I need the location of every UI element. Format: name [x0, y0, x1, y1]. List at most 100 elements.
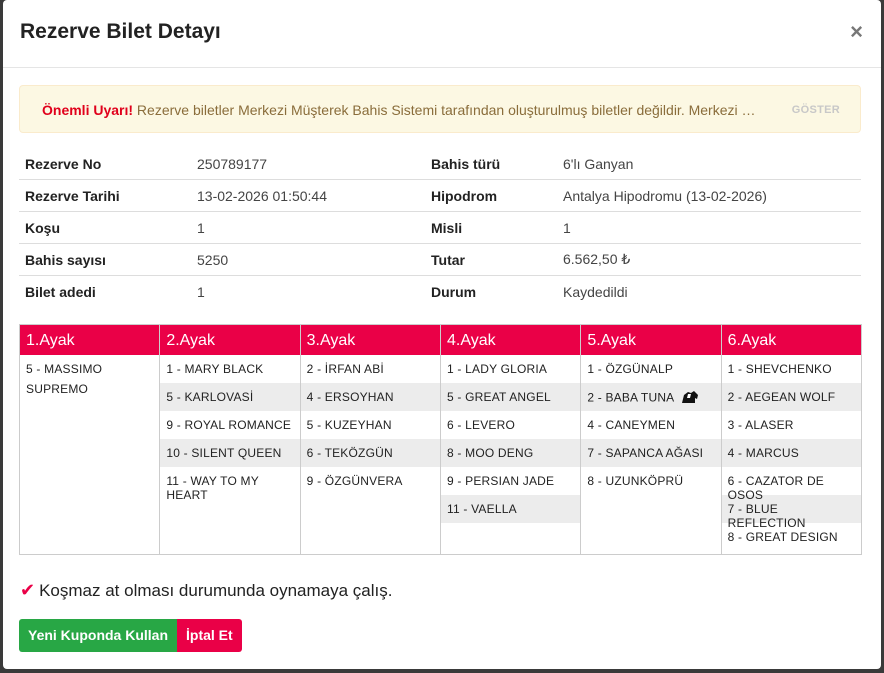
alert-title: Önemli Uyarı!	[42, 102, 134, 118]
alert-body: Rezerve biletler Merkezi Müşterek Bahis …	[133, 102, 762, 118]
info-label: Bahis türü	[425, 149, 557, 180]
runner-item: 3 - ALASER	[722, 411, 861, 439]
alert-message: Önemli Uyarı! Rezerve biletler Merkezi M…	[42, 102, 762, 118]
runner-name: 1 - MARY BLACK	[166, 362, 264, 376]
legs-grid: 1.Ayak 5 - MASSIMO SUPREMO 2.Ayak 1 - MARY …	[19, 324, 862, 555]
runner-item: 1 - SHEVCHENKO	[722, 355, 861, 383]
runner-name: 7 - BLUE REFLECTION	[727, 502, 806, 530]
leg-title: 2.Ayak	[160, 325, 300, 355]
info-value: 6.562,50 ₺	[557, 243, 861, 276]
runner-item: 1 - MARY BLACK	[160, 355, 299, 383]
info-row: Bilet adedi 1 Durum Kaydedildi	[19, 276, 861, 308]
runner-item: 9 - PERSIAN JADE	[441, 467, 580, 495]
modal-header: Rezerve Bilet Detayı ×	[3, 0, 881, 68]
leg-column: 1.Ayak 5 - MASSIMO SUPREMO	[20, 325, 161, 554]
runner-item: 4 - ERSOYHAN	[300, 383, 440, 411]
runner-item: 2 - BABA TUNA	[581, 383, 721, 411]
info-row: Rezerve No 250789177 Bahis türü 6'lı Ganyan	[19, 149, 861, 180]
info-value: 5250	[191, 243, 425, 276]
info-value: 6'lı Ganyan	[557, 149, 861, 180]
runner-item: 8 - UZUNKÖPRÜ	[581, 467, 720, 495]
info-value: 250789177	[191, 149, 425, 180]
runner-item: 5 - MASSIMO SUPREMO	[20, 355, 159, 406]
runner-item: 6 - CAZATOR DE OSOS	[722, 467, 861, 502]
jockey-silk-icon	[680, 390, 700, 407]
info-label: Hipodrom	[425, 179, 557, 212]
leg-title: 1.Ayak	[20, 325, 160, 355]
runner-item: 5 - GREAT ANGEL	[440, 383, 581, 411]
runner-item: 5 - KUZEYHAN	[301, 411, 440, 439]
runner-name: 9 - PERSIAN JADE	[446, 474, 555, 488]
info-label: Bilet adedi	[25, 283, 96, 300]
info-label: Rezerve Tarihi	[19, 179, 191, 212]
scratch-note-text: Koşmaz at olması durumunda oynamaya çalı…	[39, 581, 393, 600]
use-new-coupon-button[interactable]: Yeni Kuponda Kullan	[19, 619, 178, 652]
cancel-reservation-button[interactable]: İptal Et	[177, 619, 242, 652]
runner-name: 10 - SILENT QUEEN	[166, 446, 282, 460]
runner-item: 2 - İRFAN ABİ	[301, 355, 440, 383]
info-label: Tutar	[425, 243, 557, 276]
runner-name: 2 - İRFAN ABİ	[306, 362, 384, 376]
runner-item: 4 - MARCUS	[721, 439, 861, 467]
runner-item: 9 - ÖZGÜNVERA	[301, 467, 440, 495]
runner-name: 1 - LADY GLORIA	[446, 362, 548, 376]
runner-name: 4 - MARCUS	[727, 446, 799, 460]
info-value: 1	[197, 283, 205, 300]
runner-name: 11 - VAELLA	[446, 502, 517, 516]
warning-alert: Önemli Uyarı! Rezerve biletler Merkezi M…	[19, 85, 861, 133]
info-row: Rezerve Tarihi 13-02-2026 01:50:44 Hipodro…	[19, 179, 861, 212]
leg-title: 4.Ayak	[440, 325, 581, 355]
info-value: 1	[557, 211, 861, 244]
runner-name: 2 - BABA TUNA	[587, 390, 675, 405]
runner-item: 2 - AEGEAN WOLF	[721, 383, 861, 411]
leg-column: 5.Ayak 1 - ÖZGÜNALP 2 - BABA TUNA 4 - CANEY…	[581, 325, 722, 554]
leg-title: 3.Ayak	[300, 325, 440, 355]
runner-item: 4 - CANEYMEN	[581, 411, 720, 439]
runner-item: 6 - LEVERO	[441, 411, 580, 439]
leg-column: 3.Ayak 2 - İRFAN ABİ 4 - ERSOYHAN 5 - KUZEY…	[300, 325, 441, 554]
action-buttons: Yeni Kuponda Kullan İptal Et	[19, 619, 242, 652]
runner-name: 1 - SHEVCHENKO	[727, 362, 832, 376]
runner-name: 3 - ALASER	[727, 418, 794, 432]
info-label: Durum	[431, 283, 477, 300]
runner-name: 5 - MASSIMO SUPREMO	[26, 362, 103, 396]
info-row: Koşu 1 Misli 1	[19, 211, 861, 244]
ticket-info-table: Rezerve No 250789177 Bahis türü 6'lı Ganyan…	[19, 149, 861, 307]
runner-name: 8 - MOO DENG	[446, 446, 534, 460]
runner-name: 7 - SAPANCA AĞASI	[587, 446, 704, 460]
info-label: Rezerve No	[19, 149, 191, 180]
info-label: Misli	[425, 211, 557, 244]
info-row: Bahis sayısı 5250 Tutar 6.562,50 ₺	[19, 243, 861, 276]
runner-name: 2 - AEGEAN WOLF	[727, 390, 836, 404]
runner-name: 5 - KARLOVASİ	[166, 390, 254, 404]
runner-item: 8 - MOO DENG	[440, 439, 581, 467]
runner-item: 6 - TEKÖZGÜN	[300, 439, 440, 467]
runner-name: 6 - TEKÖZGÜN	[306, 446, 393, 460]
runner-name: 1 - ÖZGÜNALP	[587, 362, 674, 376]
runner-name: 5 - KUZEYHAN	[306, 418, 392, 432]
runner-name: 4 - CANEYMEN	[587, 418, 676, 432]
info-label: Koşu	[19, 211, 191, 244]
info-label: Bahis sayısı	[19, 243, 191, 276]
runner-item: 9 - ROYAL ROMANCE	[160, 411, 299, 439]
runner-item: 1 - LADY GLORIA	[441, 355, 580, 383]
reserve-ticket-modal: Rezerve Bilet Detayı × Önemli Uyarı! Rez…	[3, 0, 881, 669]
leg-title: 5.Ayak	[581, 325, 721, 355]
runner-name: 11 - WAY TO MY HEART	[166, 474, 259, 502]
runner-item: 10 - SILENT QUEEN	[160, 439, 300, 467]
leg-column: 6.Ayak 1 - SHEVCHENKO 2 - AEGEAN WOLF 3 - A…	[721, 325, 861, 554]
runner-item: 1 - ÖZGÜNALP	[581, 355, 720, 383]
alert-show-button[interactable]: GÖSTER	[792, 104, 840, 116]
scratch-note: ✔ Koşmaz at olması durumunda oynamaya çal…	[20, 580, 392, 601]
runner-name: 5 - GREAT ANGEL	[446, 390, 551, 404]
leg-column: 4.Ayak 1 - LADY GLORIA 5 - GREAT ANGEL 6 - …	[440, 325, 582, 554]
modal-title: Rezerve Bilet Detayı	[20, 20, 221, 43]
check-icon: ✔	[20, 580, 36, 600]
runner-name: 8 - UZUNKÖPRÜ	[587, 474, 684, 488]
leg-title: 6.Ayak	[721, 325, 861, 355]
runner-name: 8 - GREAT DESIGN	[727, 530, 838, 544]
runner-item: 7 - SAPANCA AĞASI	[581, 439, 721, 467]
close-icon[interactable]: ×	[850, 21, 863, 43]
runner-item: 11 - WAY TO MY HEART	[160, 467, 299, 502]
runner-name: 9 - ÖZGÜNVERA	[306, 474, 403, 488]
